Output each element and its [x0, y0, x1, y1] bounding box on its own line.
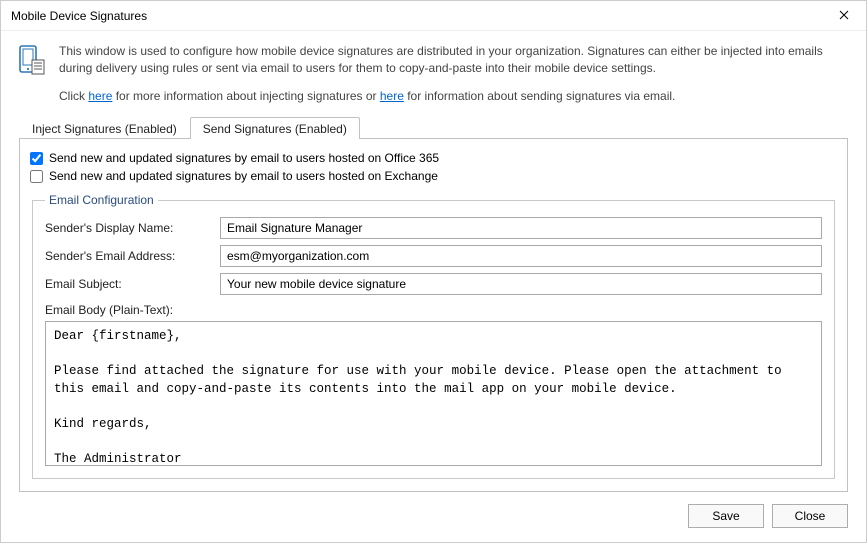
- title-bar: Mobile Device Signatures: [1, 1, 866, 31]
- row-subject: Email Subject:: [45, 273, 822, 295]
- mobile-device-icon: [19, 43, 45, 105]
- window-title: Mobile Device Signatures: [11, 9, 147, 23]
- tab-strip: Inject Signatures (Enabled) Send Signatu…: [1, 115, 866, 139]
- intro-text-part: using rules or sent via email to users f…: [140, 61, 656, 75]
- intro-text: This window is used to configure how mob…: [59, 43, 848, 105]
- input-subject[interactable]: [220, 273, 822, 295]
- label-body: Email Body (Plain-Text):: [45, 303, 822, 317]
- close-button[interactable]: Close: [772, 504, 848, 528]
- email-configuration-group: Email Configuration Sender's Display Nam…: [32, 193, 835, 479]
- intro-section: This window is used to configure how mob…: [1, 31, 866, 115]
- intro-text-part: for more information about injecting sig…: [112, 89, 379, 103]
- save-button[interactable]: Save: [688, 504, 764, 528]
- dialog-footer: Save Close: [1, 504, 866, 542]
- input-email-address[interactable]: [220, 245, 822, 267]
- window-close-button[interactable]: [821, 1, 866, 31]
- checkbox-o365-label[interactable]: Send new and updated signatures by email…: [49, 151, 439, 165]
- label-email-address: Sender's Email Address:: [45, 249, 210, 263]
- row-display-name: Sender's Display Name:: [45, 217, 822, 239]
- group-legend: Email Configuration: [45, 193, 158, 207]
- tab-inject-signatures[interactable]: Inject Signatures (Enabled): [19, 117, 190, 139]
- send-signatures-panel: Send new and updated signatures by email…: [19, 139, 848, 492]
- textarea-email-body[interactable]: [45, 321, 822, 466]
- send-info-link[interactable]: here: [380, 89, 404, 103]
- label-display-name: Sender's Display Name:: [45, 221, 210, 235]
- tab-send-signatures[interactable]: Send Signatures (Enabled): [190, 117, 360, 139]
- label-subject: Email Subject:: [45, 277, 210, 291]
- inject-info-link[interactable]: here: [88, 89, 112, 103]
- checkbox-exchange-label[interactable]: Send new and updated signatures by email…: [49, 169, 438, 183]
- close-icon: [839, 9, 849, 23]
- input-display-name[interactable]: [220, 217, 822, 239]
- check-row-exchange: Send new and updated signatures by email…: [30, 167, 837, 185]
- row-email-address: Sender's Email Address:: [45, 245, 822, 267]
- intro-text-part: for information about sending signatures…: [404, 89, 675, 103]
- checkbox-exchange[interactable]: [30, 170, 43, 183]
- check-row-o365: Send new and updated signatures by email…: [30, 149, 837, 167]
- checkbox-o365[interactable]: [30, 152, 43, 165]
- intro-text-part: Click: [59, 89, 88, 103]
